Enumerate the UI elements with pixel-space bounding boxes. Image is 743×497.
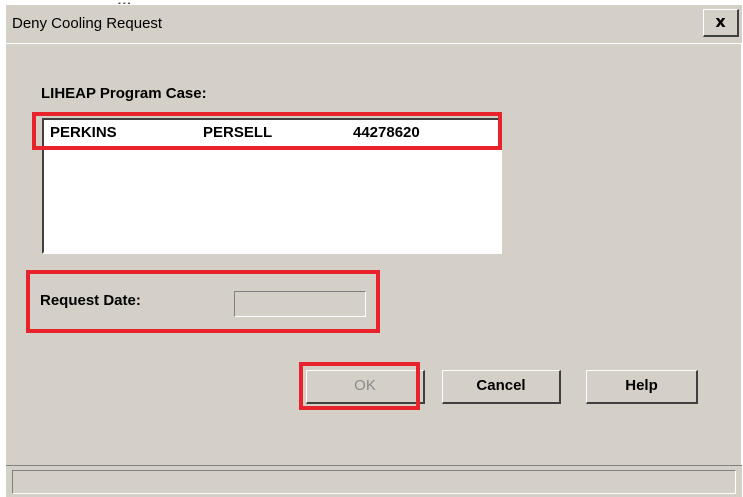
request-date-label: Request Date: — [40, 292, 141, 309]
close-icon: x — [715, 12, 726, 31]
help-button[interactable]: Help — [586, 370, 698, 404]
request-date-field[interactable] — [234, 291, 366, 317]
deny-cooling-request-dialog: Deny Cooling Request x LIHEAP Program Ca… — [5, 4, 742, 497]
case-number: 44278620 — [353, 124, 420, 141]
program-case-row[interactable]: PERKINS PERSELL 44278620 — [44, 122, 500, 144]
program-case-list[interactable]: PERKINS PERSELL 44278620 — [42, 118, 502, 254]
case-last-name: PERKINS — [50, 124, 117, 141]
ok-button[interactable]: OK — [306, 370, 425, 404]
program-case-label: LIHEAP Program Case: — [41, 85, 207, 102]
case-first-name: PERSELL — [203, 124, 273, 141]
status-panel — [12, 470, 736, 494]
window-title: Deny Cooling Request — [12, 15, 163, 32]
title-bar[interactable]: Deny Cooling Request x — [6, 5, 742, 44]
cancel-button[interactable]: Cancel — [442, 370, 561, 404]
status-bar — [6, 465, 742, 497]
close-button[interactable]: x — [703, 9, 739, 37]
